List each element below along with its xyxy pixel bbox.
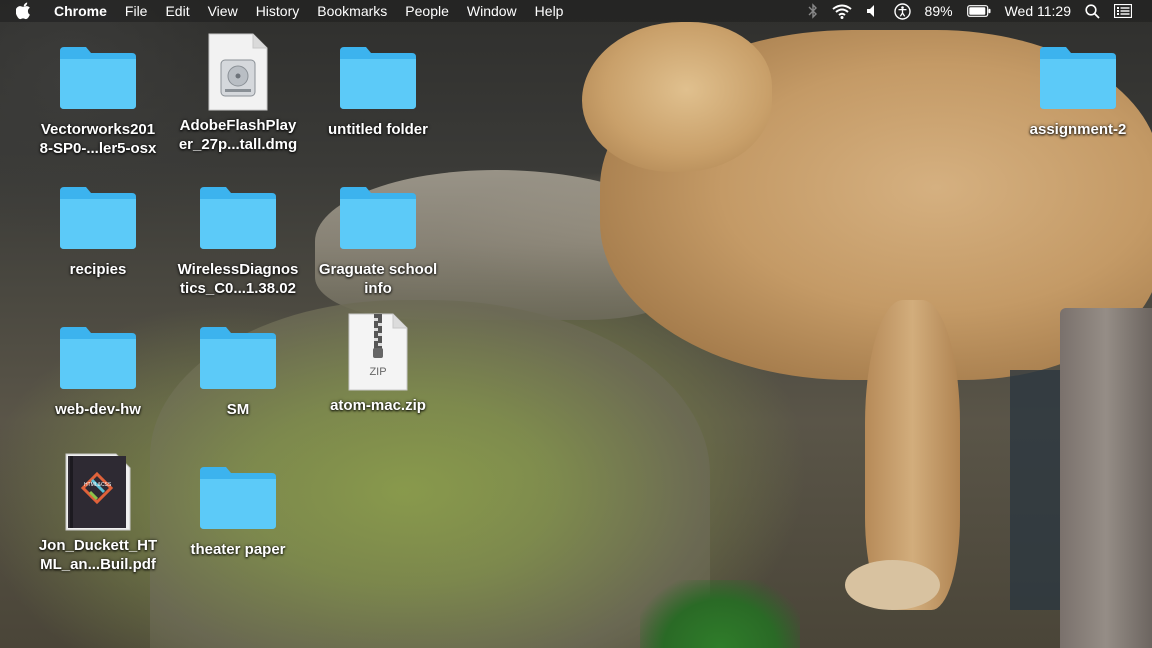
search-icon[interactable] — [1085, 3, 1100, 19]
menu-help[interactable]: Help — [535, 0, 564, 22]
menu-bookmarks[interactable]: Bookmarks — [317, 0, 387, 22]
menu-window[interactable]: Window — [467, 0, 517, 22]
battery-icon[interactable] — [966, 5, 991, 17]
desktop-icon-vectorworks[interactable]: Vectorworks201 8-SP0-...ler5-osx — [28, 36, 168, 158]
status-area: 89% Wed 11:29 — [808, 0, 1152, 22]
desktop-icon-label: atom-mac.zip — [330, 397, 426, 414]
desktop-icon-untitled-folder[interactable]: untitled folder — [308, 36, 448, 139]
desktop-icon-theater-paper[interactable]: theater paper — [168, 456, 308, 559]
folder-icon — [58, 316, 138, 396]
folder-icon — [198, 456, 278, 536]
zip-badge: ZIP — [369, 366, 387, 378]
bluetooth-icon[interactable] — [808, 3, 818, 19]
desktop-icon-label: Jon_Duckett_HT ML_an...Buil.pdf — [38, 537, 158, 573]
menu-edit[interactable]: Edit — [165, 0, 189, 22]
desktop-icon-label: theater paper — [190, 541, 286, 558]
desktop-icon-label: AdobeFlashPlay er_27p...tall.dmg — [178, 117, 298, 153]
folder-icon — [58, 176, 138, 256]
folder-icon — [338, 176, 418, 256]
desktop-icon-label: recipies — [69, 261, 127, 278]
accessibility-icon[interactable] — [893, 2, 911, 20]
folder-icon — [58, 36, 138, 116]
pdf-document-icon: HTML&CSS — [58, 452, 138, 532]
desktop-icon-web-dev-hw[interactable]: web-dev-hw — [28, 316, 168, 419]
folder-icon — [1038, 36, 1118, 116]
menu-app-name[interactable]: Chrome — [54, 0, 107, 22]
desktop-icon-label: web-dev-hw — [55, 401, 141, 418]
desktop-icon-atom-mac-zip[interactable]: ZIP atom-mac.zip — [308, 312, 448, 415]
menu-view[interactable]: View — [208, 0, 238, 22]
battery-percent[interactable]: 89% — [925, 0, 953, 22]
desktop-icon-graduate-school-info[interactable]: Graguate school info — [308, 176, 448, 298]
wallpaper-grass — [640, 580, 800, 648]
desktop-icon-adobe-flash-dmg[interactable]: AdobeFlashPlay er_27p...tall.dmg — [168, 32, 308, 154]
desktop-icon-recipies[interactable]: recipies — [28, 176, 168, 279]
desktop-icon-wireless-diagnostics[interactable]: WirelessDiagnos tics_C0...1.38.02 — [168, 176, 308, 298]
desktop-icon-jon-duckett-pdf[interactable]: HTML&CSS Jon_Duckett_HT ML_an...Buil.pdf — [28, 452, 168, 574]
desktop-icon-assignment-2[interactable]: assignment-2 — [1008, 36, 1148, 139]
folder-icon — [338, 36, 418, 116]
notification-center-icon[interactable] — [1114, 4, 1132, 18]
menu-people[interactable]: People — [405, 0, 449, 22]
desktop-icon-label: Vectorworks201 8-SP0-...ler5-osx — [39, 121, 157, 157]
folder-icon — [198, 316, 278, 396]
wifi-icon[interactable] — [831, 4, 852, 19]
folder-icon — [198, 176, 278, 256]
desktop-icon-label: SM — [226, 401, 250, 418]
desktop-icon-label: assignment-2 — [1029, 121, 1127, 138]
wallpaper-lion-head — [582, 22, 772, 172]
menu-file[interactable]: File — [125, 0, 148, 22]
desktop-icon-label: Graguate school info — [318, 261, 438, 297]
zip-archive-icon: ZIP — [338, 312, 418, 392]
desktop-icon-sm[interactable]: SM — [168, 316, 308, 419]
wallpaper-post — [1060, 308, 1152, 648]
menu-bar: Chrome File Edit View History Bookmarks … — [0, 0, 1152, 22]
desktop-icon-label: untitled folder — [328, 121, 428, 138]
apple-logo-icon[interactable] — [16, 2, 40, 20]
volume-icon[interactable] — [866, 4, 880, 18]
clock[interactable]: Wed 11:29 — [1005, 0, 1071, 22]
pdf-cover-text: HTML&CSS — [84, 482, 112, 488]
menu-history[interactable]: History — [256, 0, 300, 22]
disk-image-icon — [198, 32, 278, 112]
wallpaper-lion-paw — [845, 560, 940, 610]
desktop-icon-label: WirelessDiagnos tics_C0...1.38.02 — [177, 261, 299, 297]
